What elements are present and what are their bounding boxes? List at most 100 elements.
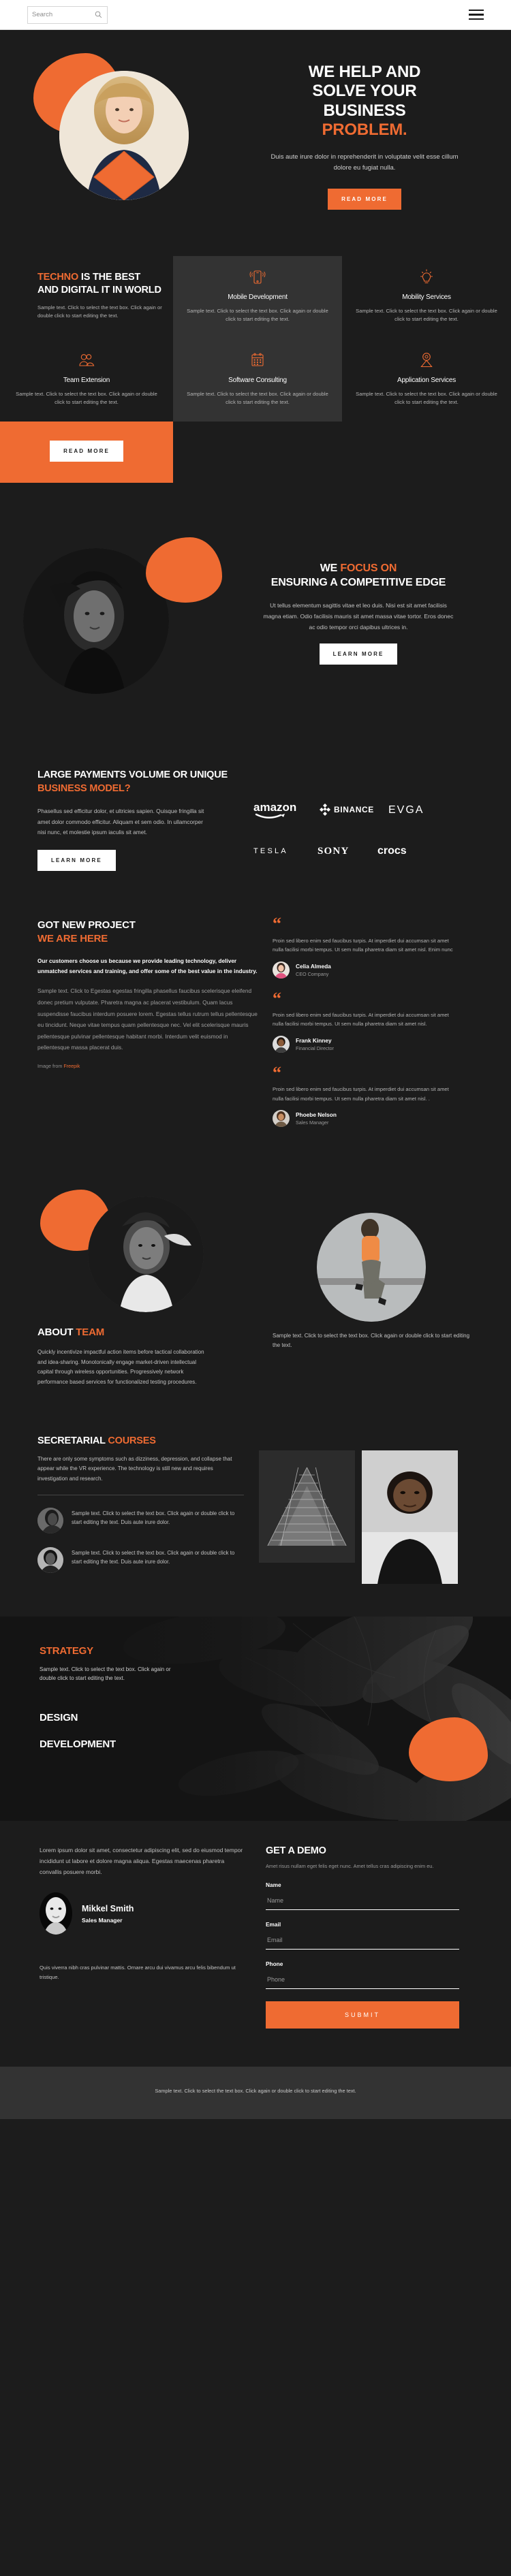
burger-line	[469, 10, 484, 12]
focus-learn-more-button[interactable]: LEARN MORE	[319, 643, 398, 665]
top-bar	[0, 0, 511, 30]
avatar	[40, 1892, 72, 1935]
about-secondary-image	[317, 1212, 426, 1322]
hamburger-menu-button[interactable]	[469, 10, 484, 20]
service-card-text: Sample text. Click to select the text bo…	[187, 308, 328, 323]
demo-form-subtext: Amet risus nullam eget felis eget nunc. …	[266, 1863, 434, 1870]
search-input[interactable]	[32, 11, 95, 18]
service-card-title: Mobile Development	[228, 293, 288, 301]
burger-line	[469, 18, 484, 20]
field-phone-label: Phone	[266, 1960, 283, 1968]
footer-text: Sample text. Click to select the text bo…	[155, 2088, 356, 2095]
service-card-mobility-services[interactable]: Mobility Services Sample text. Click to …	[342, 256, 511, 339]
project-title: GOT NEW PROJECT WE ARE HERE	[37, 919, 258, 945]
focus-title: WE FOCUS ON ENSURING A COMPETITIVE EDGE	[252, 562, 465, 590]
focus-title-rest: ENSURING A COMPETITIVE EDGE	[270, 576, 446, 588]
testimonials-list: “ Proin sed libero enim sed faucibus tur…	[273, 914, 477, 1141]
search-icon[interactable]	[95, 11, 102, 18]
quote-icon: “	[273, 914, 281, 934]
avatar	[273, 1035, 290, 1053]
service-card-text: Sample text. Click to select the text bo…	[16, 390, 157, 405]
services-heading: TECHNO IS THE BEST AND DIGITAL IT IN WOR…	[37, 271, 164, 296]
field-email: Email	[266, 1921, 459, 1950]
binance-logo: BINANCE	[320, 804, 373, 816]
courses-image-portrait	[362, 1450, 458, 1584]
amazon-logo: amazon	[253, 801, 296, 819]
focus-section: WE FOCUS ON ENSURING A COMPETITIVE EDGE …	[0, 502, 511, 739]
search-box[interactable]	[27, 5, 108, 24]
testimonial-text: Proin sed libero enim sed faucibus turpi…	[273, 1012, 449, 1028]
project-title-line-1: GOT NEW PROJECT	[37, 919, 136, 932]
service-card-title: Mobility Services	[402, 293, 451, 301]
tesla-logo: TESLA	[253, 847, 288, 855]
project-title-accent: WE ARE HERE	[37, 932, 108, 944]
client-logos: amazon BINANCE EVGA TESLA SONY crocs	[252, 769, 477, 871]
service-card-text: Sample text. Click to select the text bo…	[356, 390, 497, 405]
freepik-link[interactable]: Freepik	[63, 1063, 80, 1069]
services-read-more-button[interactable]: READ MORE	[50, 440, 123, 462]
hero-title-line-3: BUSINESS	[323, 101, 406, 120]
avatar	[37, 1508, 63, 1534]
testimonial-text: Proin sed libero enim sed faucibus turpi…	[273, 937, 453, 953]
quote-icon: “	[273, 988, 281, 1008]
testimonial-item: “ Proin sed libero enim sed faucibus tur…	[273, 1064, 454, 1127]
svg-text:amazon: amazon	[253, 801, 296, 814]
payments-title-part1: LARGE PAYMENTS VOLUME OR UNIQUE	[37, 769, 228, 781]
service-card-mobile-development[interactable]: Mobile Development Sample text. Click to…	[173, 256, 342, 339]
burger-line	[469, 14, 484, 16]
services-intro-text: Sample text. Click to select the text bo…	[37, 304, 162, 319]
payments-learn-more-button[interactable]: LEARN MORE	[37, 850, 116, 872]
svg-text:BINANCE: BINANCE	[334, 805, 373, 814]
strategy-title: STRATEGY	[40, 1645, 93, 1657]
testimonial-author: Phoebe Nelson Sales Manager	[273, 1109, 454, 1127]
courses-title-pre: SECRETARIAL	[37, 1435, 108, 1446]
strategy-section: STRATEGY Sample text. Click to select th…	[0, 1617, 511, 1822]
demo-left: Lorem ipsum dolor sit amet, consectetur …	[0, 1845, 266, 2029]
strategy-item-design[interactable]: DESIGN	[40, 1712, 511, 1723]
footer: Sample text. Click to select the text bo…	[0, 2067, 511, 2119]
about-visual	[37, 1188, 262, 1312]
service-card-software-consulting[interactable]: Software Consulting Sample text. Click t…	[173, 338, 342, 422]
sony-logo: SONY	[318, 846, 349, 857]
testimonial-name: Phoebe Nelson	[296, 1111, 337, 1118]
submit-button[interactable]: SUBMIT	[266, 2001, 459, 2029]
phone-input[interactable]	[266, 1975, 459, 1990]
orange-blob-shape	[146, 537, 222, 603]
about-team-section: ABOUT TEAM Quickly incentivize impactful…	[0, 1165, 511, 1415]
services-heading-accent: TECHNO	[37, 272, 79, 283]
logo-row-1: amazon BINANCE EVGA	[252, 795, 477, 823]
name-input[interactable]	[266, 1896, 459, 1911]
hero-lead-text: Duis aute irure dolor in reprehenderit i…	[270, 153, 459, 172]
evga-logo: EVGA	[388, 804, 424, 816]
strategy-item-development[interactable]: DEVELOPMENT	[40, 1738, 511, 1750]
email-input[interactable]	[266, 1935, 459, 1950]
image-credit-label: Image from	[37, 1062, 64, 1069]
courses-section: SECRETARIAL COURSES There are only some …	[0, 1415, 511, 1617]
course-item: Sample text. Click to select the text bo…	[37, 1547, 244, 1574]
service-card-text: Sample text. Click to select the text bo…	[187, 390, 328, 405]
field-phone: Phone	[266, 1960, 459, 1990]
services-intro: TECHNO IS THE BEST AND DIGITAL IT IN WOR…	[0, 256, 173, 339]
service-card-title: Software Consulting	[228, 376, 287, 384]
about-right: Sample text. Click to select the text bo…	[273, 1188, 497, 1388]
svg-text:crocs: crocs	[377, 845, 407, 857]
project-body-text: Sample text. Click to Egestas egestas fr…	[37, 987, 258, 1051]
lightbulb-icon	[353, 268, 500, 286]
service-card-team-extension[interactable]: Team Extension Sample text. Click to sel…	[0, 338, 173, 422]
about-left: ABOUT TEAM Quickly incentivize impactful…	[0, 1188, 273, 1388]
testimonial-role: Sales Manager	[296, 1119, 329, 1126]
project-copy: GOT NEW PROJECT WE ARE HERE Our customer…	[0, 919, 273, 1141]
focus-visual	[0, 537, 252, 707]
services-grid: TECHNO IS THE BEST AND DIGITAL IT IN WOR…	[0, 256, 511, 483]
svg-text:EVGA: EVGA	[388, 804, 424, 816]
svg-text:TESLA: TESLA	[253, 847, 288, 855]
courses-image-architecture	[259, 1450, 355, 1563]
svg-text:SONY: SONY	[318, 846, 349, 857]
courses-images	[259, 1435, 484, 1587]
field-name: Name	[266, 1881, 459, 1911]
focus-text: Ut tellus elementum sagittis vitae et le…	[263, 602, 454, 631]
hero-read-more-button[interactable]: READ MORE	[328, 188, 401, 210]
courses-copy: SECRETARIAL COURSES There are only some …	[0, 1435, 259, 1587]
service-card-application-services[interactable]: Application Services Sample text. Click …	[342, 338, 511, 422]
payments-copy: LARGE PAYMENTS VOLUME OR UNIQUE BUSINESS…	[0, 769, 252, 872]
